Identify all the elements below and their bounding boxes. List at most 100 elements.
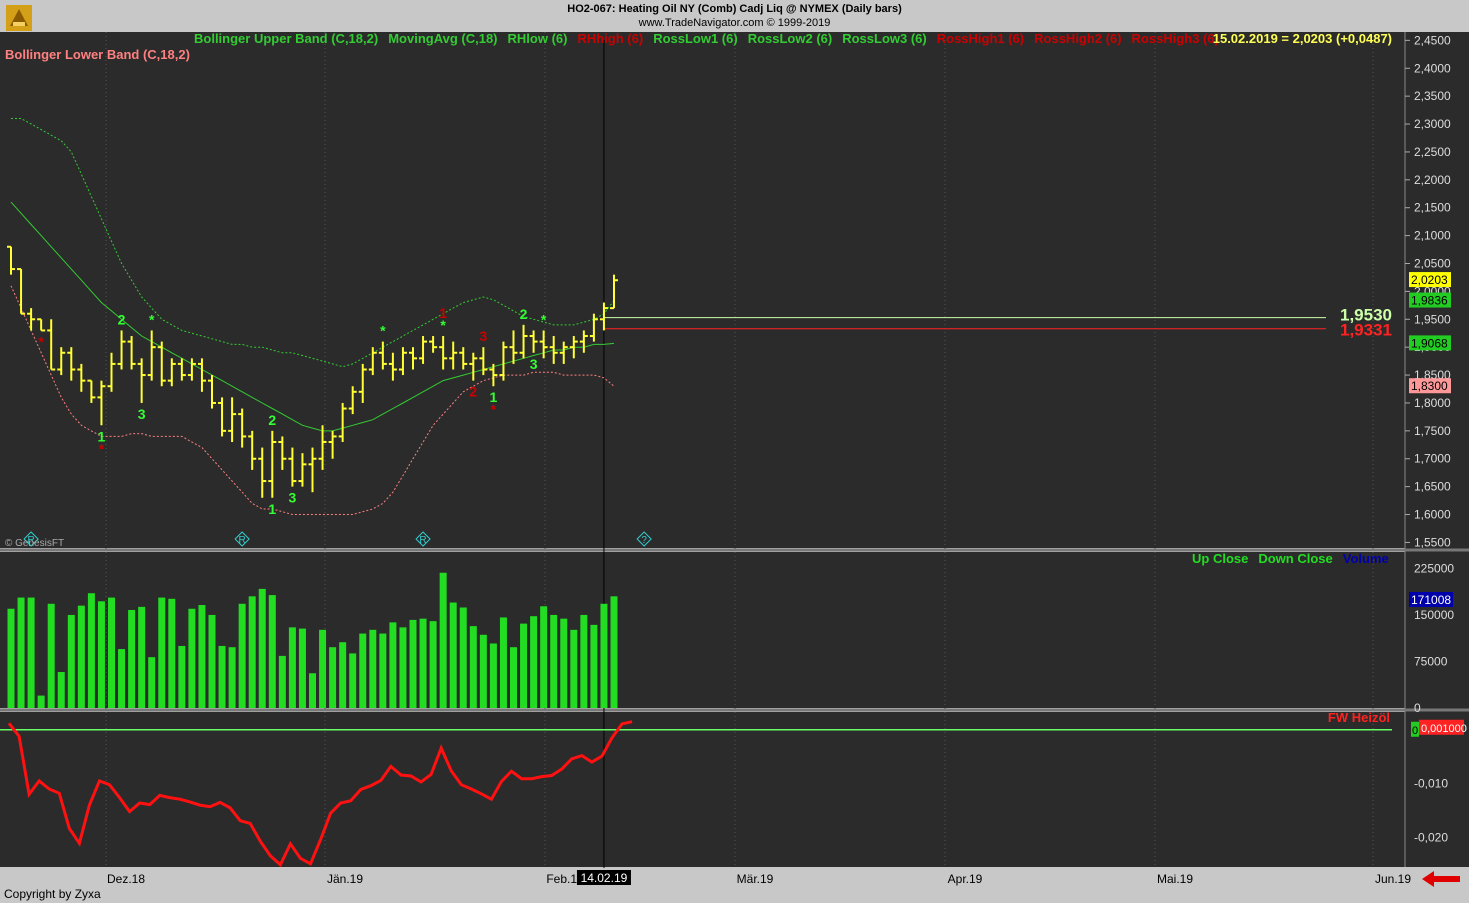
price-legend-item: Bollinger Upper Band (C,18,2) — [194, 31, 378, 46]
volume-bar — [590, 624, 598, 708]
volume-bar — [550, 614, 558, 708]
price-y-tick-label: 2,3500 — [1414, 89, 1451, 103]
volume-bar — [499, 617, 507, 708]
volume-bar — [520, 623, 528, 708]
price-y-tick-label: 2,2000 — [1414, 173, 1451, 187]
last-quote-label: 15.02.2019 = 2,0203 (+0,0487) — [1213, 31, 1392, 46]
volume-bar — [47, 603, 55, 708]
x-tick-label: Apr.19 — [948, 872, 983, 886]
volume-bar — [87, 593, 95, 708]
price-legend-item: RHlow (6) — [508, 31, 568, 46]
genesis-credit: © GenesisFT — [5, 538, 64, 549]
ross-hook-marker: * — [491, 401, 497, 417]
volume-y-tick-label: 225000 — [1414, 561, 1454, 575]
x-tick-label: Dez.18 — [107, 872, 145, 886]
volume-y-tick-label: 0 — [1414, 701, 1421, 715]
event-diamond-label: R — [239, 535, 246, 546]
volume-bar — [108, 597, 115, 708]
volume-bar — [439, 572, 447, 708]
volume-bar — [309, 673, 316, 708]
price-legend-item: RHhigh (6) — [577, 31, 643, 46]
volume-bar — [228, 647, 236, 708]
oscillator-legend: FW Heizöl — [1328, 710, 1390, 725]
ross-hook-marker: 3 — [289, 490, 297, 506]
volume-bar — [188, 608, 196, 708]
volume-bar — [379, 633, 387, 708]
volume-bar — [429, 621, 437, 708]
volume-bar — [319, 629, 327, 708]
volume-bar — [479, 634, 487, 708]
volume-bar — [27, 597, 35, 708]
volume-bar — [329, 647, 337, 708]
price-panel-bg — [0, 32, 1405, 548]
volume-bar — [17, 597, 25, 708]
price-y-tick-label: 1,8000 — [1414, 396, 1451, 410]
oscillator-panel-bg — [0, 712, 1405, 867]
price-y-tick-label: 1,7000 — [1414, 452, 1451, 466]
volume-bar — [369, 629, 377, 708]
ross-hook-marker: 2 — [469, 384, 477, 400]
volume-bar — [530, 616, 538, 708]
event-diamond-label: ? — [641, 535, 647, 546]
volume-legend-item: Down Close — [1258, 551, 1332, 566]
ross-hook-marker: * — [38, 333, 44, 349]
volume-bar — [118, 649, 126, 708]
lower-band-legend-item: Bollinger Lower Band (C,18,2) — [5, 47, 190, 62]
osc-zero-tag: 0 — [1412, 725, 1418, 737]
volume-bar — [218, 645, 226, 708]
volume-bar — [268, 595, 276, 708]
price-value-tag: 1,9068 — [1411, 336, 1448, 350]
volume-bar — [359, 633, 367, 708]
price-y-tick-label: 1,6000 — [1414, 508, 1451, 522]
ross-hook-marker: * — [99, 440, 105, 456]
scroll-left-arrow-icon[interactable] — [1420, 869, 1462, 889]
ross-hook-marker: * — [380, 323, 386, 339]
event-diamond-label: R — [419, 535, 426, 546]
osc-tag: 0,001000 — [1421, 723, 1467, 735]
volume-bar — [349, 653, 357, 708]
cursor-date-label: 14.02.19 — [581, 871, 628, 885]
volume-bar — [198, 605, 206, 708]
volume-bar — [238, 603, 246, 708]
price-y-tick-label: 2,3000 — [1414, 117, 1451, 131]
ross-hook-marker: * — [541, 311, 547, 327]
ross-hook-marker: 2 — [268, 412, 276, 428]
price-y-tick-label: 2,4500 — [1414, 33, 1451, 47]
price-legend-item: RossHigh3 (6) — [1132, 31, 1219, 46]
price-y-tick-label: 2,1000 — [1414, 229, 1451, 243]
price-y-tick-label: 2,2500 — [1414, 145, 1451, 159]
ross-hook-marker: 3 — [530, 356, 538, 372]
osc-y-tick-label: -0,010 — [1414, 777, 1448, 791]
volume-bar — [510, 647, 517, 708]
volume-bar — [389, 622, 397, 708]
trading-chart[interactable]: Dez.18 Jän.19 Feb.19 Mär.19 Apr.19 Mai.19 Jun.… — [0, 0, 1469, 903]
volume-bar — [469, 626, 477, 708]
price-legend-item: MovingAvg (C,18) — [388, 31, 497, 46]
volume-bar — [258, 588, 266, 708]
volume-bar — [148, 657, 156, 708]
price-legend-item: RossLow1 (6) — [653, 31, 738, 46]
volume-bar — [97, 601, 105, 708]
volume-bar — [57, 672, 65, 708]
volume-bar — [419, 618, 427, 708]
volume-bar — [7, 608, 15, 708]
ross-hook-marker: 2 — [520, 306, 528, 322]
volume-y-tick-label: 75000 — [1414, 654, 1448, 668]
ross-hook-marker: * — [149, 311, 155, 327]
price-y-tick-label: 2,0500 — [1414, 257, 1451, 271]
ross-hook-marker: 3 — [479, 328, 487, 344]
price-y-tick-label: 1,7500 — [1414, 424, 1451, 438]
price-value-tag: 1,8300 — [1411, 379, 1448, 393]
ross-hook-marker: 1 — [268, 501, 276, 517]
volume-bar — [278, 655, 286, 708]
x-tick-label: Mär.19 — [737, 872, 774, 886]
volume-bar — [560, 618, 568, 708]
volume-bar — [570, 629, 578, 708]
price-value-tag: 1,9836 — [1411, 294, 1448, 308]
volume-legend-item: Up Close — [1192, 551, 1248, 566]
x-tick-label: Mai.19 — [1157, 872, 1193, 886]
volume-bar — [399, 627, 407, 708]
volume-bar — [77, 605, 85, 708]
volume-bar — [610, 596, 618, 708]
price-legend-item: RossLow3 (6) — [842, 31, 927, 46]
